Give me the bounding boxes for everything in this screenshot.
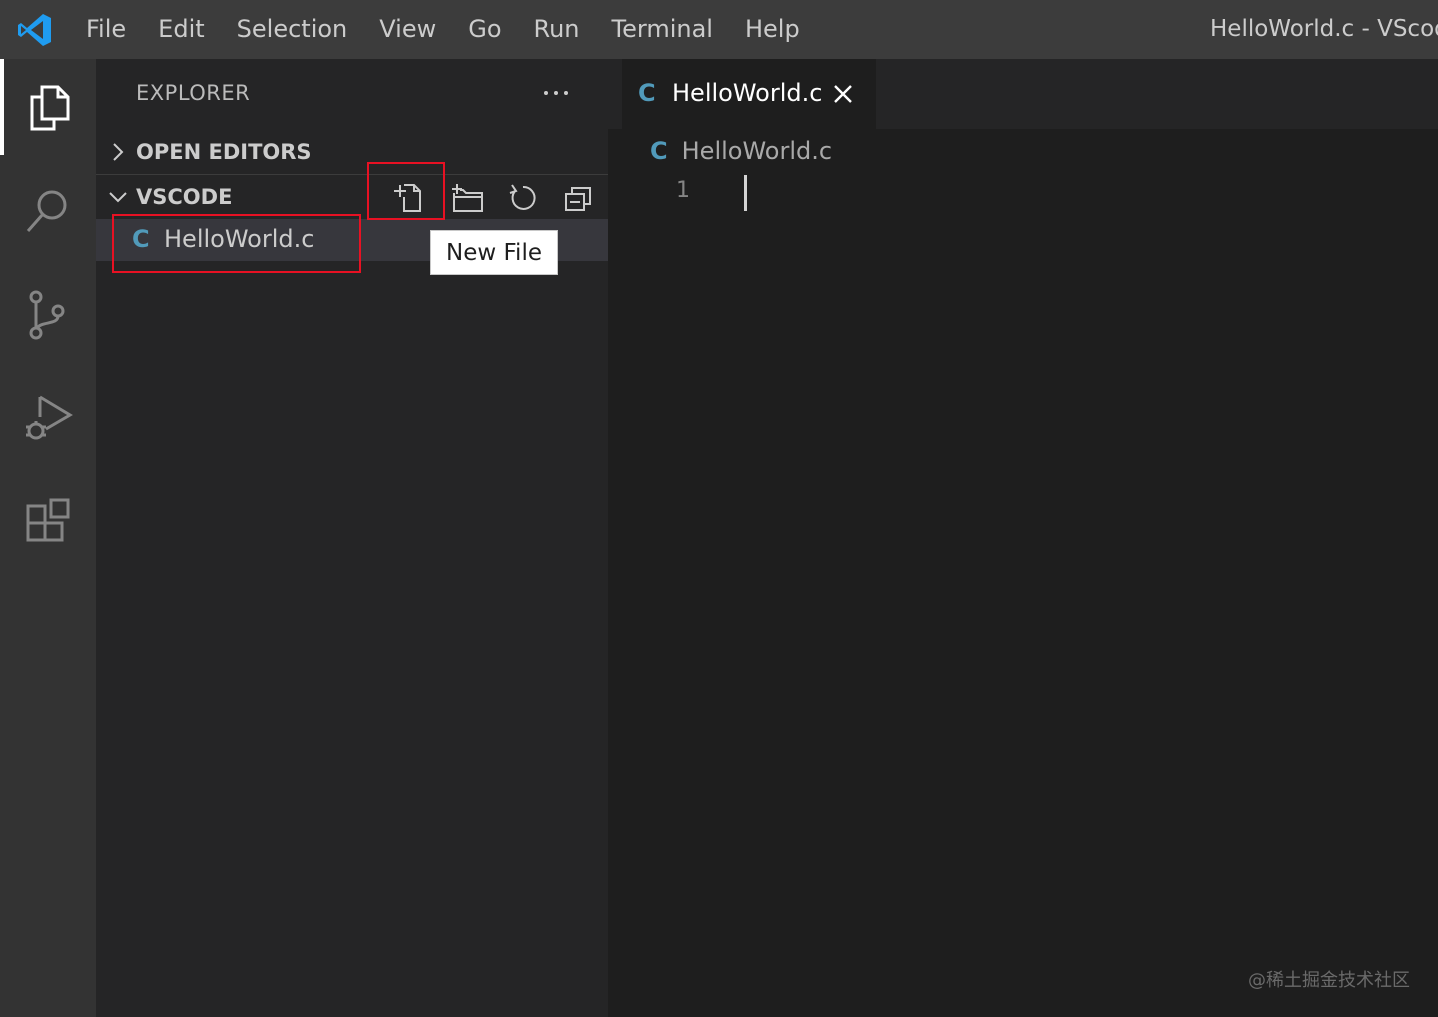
menu-run[interactable]: Run	[518, 0, 596, 59]
collapse-all-icon[interactable]	[562, 181, 596, 215]
breadcrumb-file: HelloWorld.c	[681, 137, 833, 165]
line-number: 1	[676, 178, 690, 203]
activity-explorer[interactable]	[0, 59, 96, 155]
close-icon[interactable]	[832, 83, 854, 105]
folder-label: VSCODE	[136, 185, 233, 209]
new-folder-icon[interactable]	[450, 181, 484, 215]
menu-go[interactable]: Go	[452, 0, 517, 59]
more-actions-icon[interactable]	[542, 85, 572, 101]
open-editors-label: OPEN EDITORS	[136, 140, 312, 164]
chevron-right-icon	[113, 143, 124, 161]
menu-selection[interactable]: Selection	[221, 0, 364, 59]
explorer-sidebar: EXPLORER OPEN EDITORS VSCODE C HelloWorl…	[96, 59, 608, 1017]
activity-bar	[0, 59, 96, 1017]
c-file-icon: C	[650, 137, 668, 165]
activity-search[interactable]	[0, 163, 96, 259]
c-file-icon: C	[132, 225, 150, 253]
vscode-logo-icon	[18, 14, 51, 46]
run-debug-icon	[26, 395, 73, 440]
activity-run-debug[interactable]	[0, 371, 96, 467]
text-cursor	[744, 175, 747, 211]
sidebar-title: EXPLORER	[136, 81, 251, 105]
window-title: HelloWorld.c - VScode	[1210, 16, 1438, 42]
c-file-icon: C	[638, 79, 656, 107]
tab-helloworld[interactable]: C HelloWorld.c	[622, 59, 876, 129]
file-name: HelloWorld.c	[164, 225, 315, 253]
new-file-tooltip: New File	[430, 230, 558, 275]
tab-label: HelloWorld.c	[672, 79, 823, 107]
chevron-down-icon	[109, 192, 127, 203]
menu-help[interactable]: Help	[729, 0, 816, 59]
menu-terminal[interactable]: Terminal	[596, 0, 729, 59]
menu-file[interactable]: File	[70, 0, 142, 59]
open-editors-section[interactable]: OPEN EDITORS	[96, 130, 608, 175]
editor-area: C HelloWorld.c C HelloWorld.c 1	[608, 59, 1438, 1017]
extensions-icon	[26, 498, 70, 542]
search-icon	[26, 190, 67, 232]
activity-extensions[interactable]	[0, 475, 96, 571]
menu-bar: File Edit Selection View Go Run Terminal…	[70, 0, 816, 59]
menu-edit[interactable]: Edit	[142, 0, 220, 59]
watermark: @稀土掘金技术社区	[1248, 970, 1410, 991]
folder-section-vscode[interactable]: VSCODE	[96, 175, 608, 219]
tabs-bar: C HelloWorld.c	[608, 59, 1438, 129]
files-icon	[30, 85, 70, 131]
source-control-icon	[29, 290, 65, 340]
menu-view[interactable]: View	[363, 0, 452, 59]
activity-source-control[interactable]	[0, 267, 96, 363]
new-file-icon[interactable]	[392, 181, 426, 215]
breadcrumb[interactable]: C HelloWorld.c	[650, 137, 832, 165]
refresh-icon[interactable]	[506, 181, 540, 215]
title-bar: File Edit Selection View Go Run Terminal…	[0, 0, 1438, 59]
